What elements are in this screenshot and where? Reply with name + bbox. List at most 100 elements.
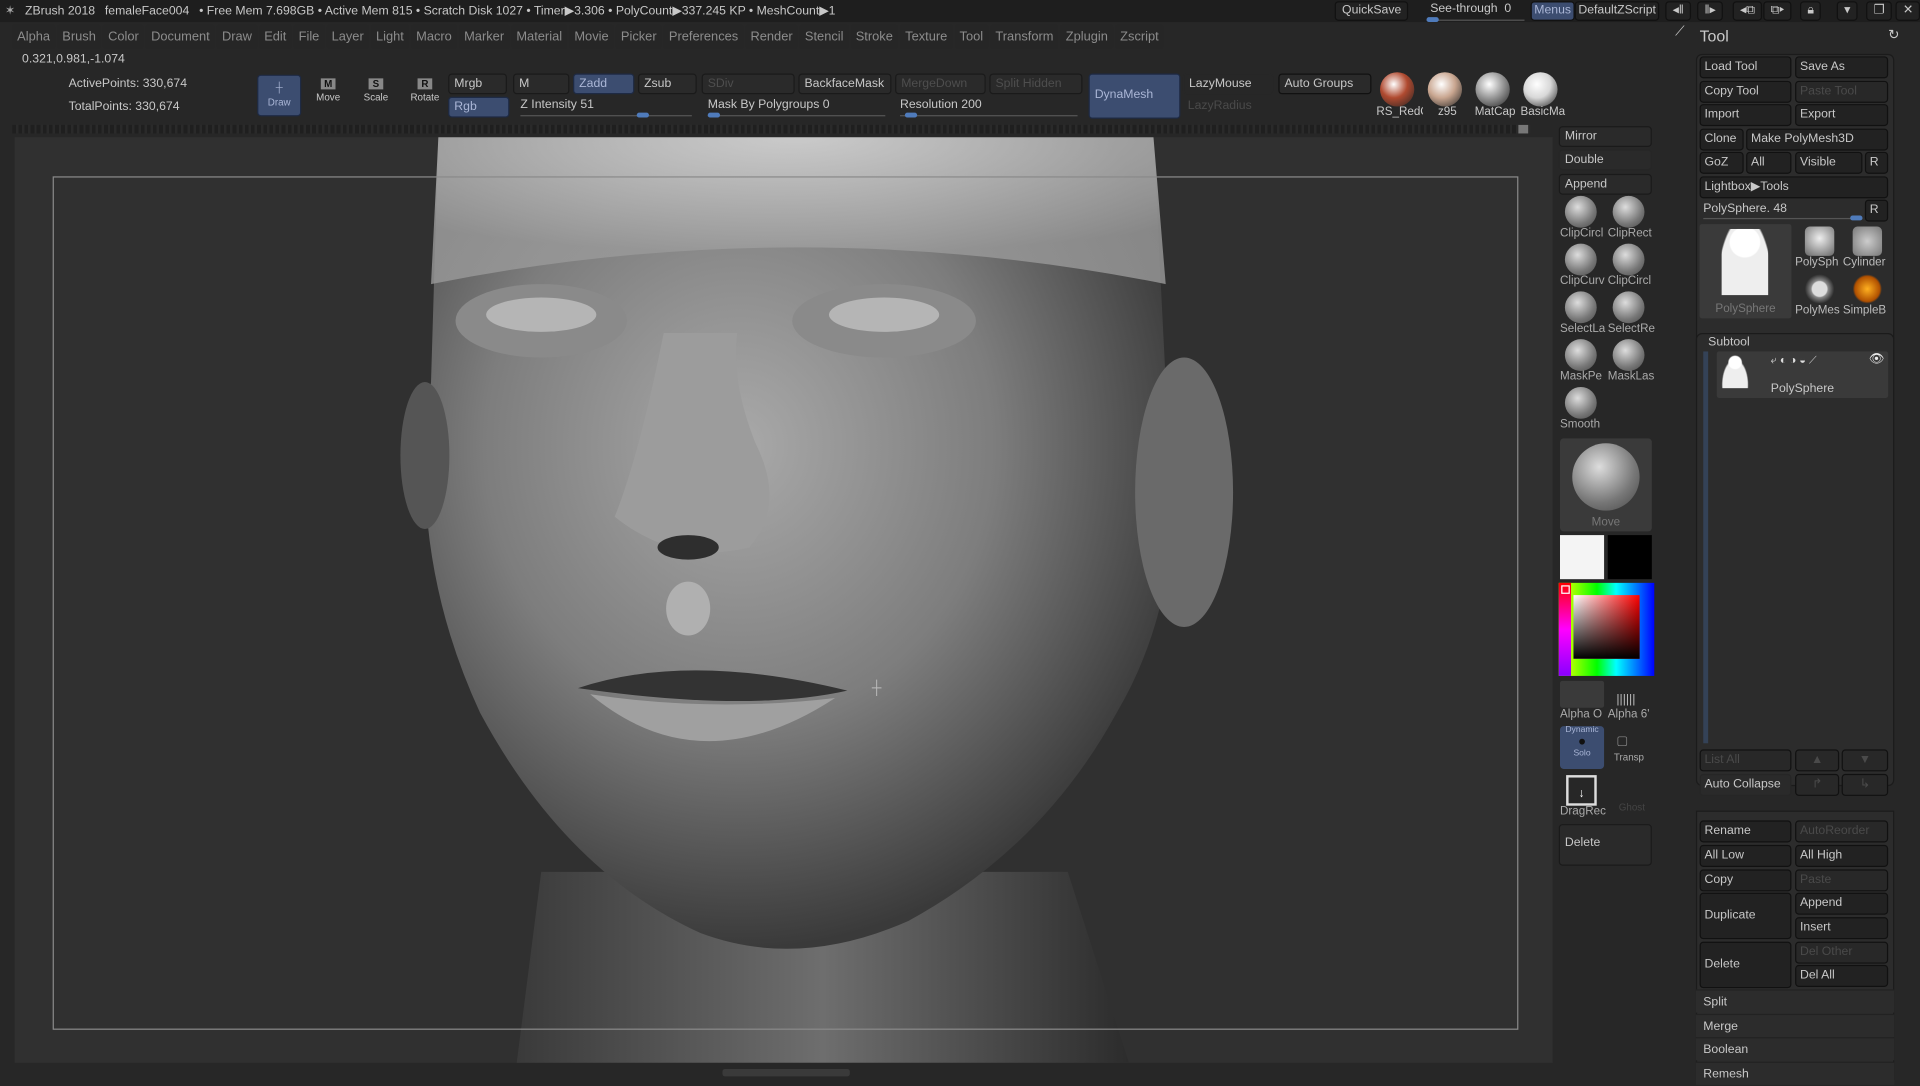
current-brush-button[interactable]: Move [1560,438,1652,532]
ruler-handle[interactable] [1518,124,1529,134]
arrow-right-icon[interactable]: ↱ [1795,773,1840,796]
resolution-slider[interactable]: Resolution 200 [900,98,982,111]
menu-preferences[interactable]: Preferences [663,24,744,49]
double-button[interactable]: Double [1558,149,1652,171]
bottom-tray-handle[interactable] [722,1068,850,1077]
subtool-toggles-icon[interactable]: ⤶ ◐ ◑ ◒ ⟋ [1771,354,1817,367]
scroll-left-icon[interactable]: ◂‖ [1665,1,1692,21]
move-button[interactable]: M Move [310,78,347,103]
color-picker[interactable] [1558,582,1655,676]
brush-clipcircl-icon[interactable] [1612,243,1645,276]
delete-subtool-button[interactable]: Delete [1699,941,1792,989]
menu-material[interactable]: Material [511,24,567,49]
menus-button[interactable]: Menus [1530,1,1575,21]
m-button[interactable]: M [513,73,570,95]
subtool-section-boolean[interactable]: Boolean [1695,1037,1895,1061]
menu-tool[interactable]: Tool [954,24,989,49]
insert-button[interactable]: Insert [1795,917,1889,940]
minimize-icon[interactable]: ▾ [1836,1,1858,21]
menu-stencil[interactable]: Stencil [799,24,849,49]
append-button[interactable]: Append [1558,173,1652,195]
rename-button[interactable]: Rename [1699,820,1792,843]
move-up-icon[interactable]: ▲ [1795,749,1840,772]
menu-stroke[interactable]: Stroke [850,24,898,49]
lock-icon[interactable]: 🔒︎ [1800,1,1822,21]
material-sphere-icon[interactable] [1523,72,1558,107]
transp-button[interactable]: Transp [1614,752,1663,763]
brush-selectre-icon[interactable] [1612,291,1645,324]
append-subtool-button[interactable]: Append [1795,892,1889,915]
backface-mask-button[interactable]: BackfaceMask [798,73,892,95]
auto-collapse-button[interactable]: Auto Collapse [1699,773,1792,796]
split-hidden-button[interactable]: Split Hidden [989,73,1083,95]
del-other-button[interactable]: Del Other [1795,941,1889,964]
copy-tool-button[interactable]: Copy Tool [1699,80,1792,103]
draw-button[interactable]: ┼ Draw [257,74,302,117]
tool-thumb-polymes-icon[interactable] [1804,274,1835,304]
copy-subtool-button[interactable]: Copy [1699,869,1792,892]
paste-tool-button[interactable]: Paste Tool [1795,80,1889,103]
menu-marker[interactable]: Marker [459,24,510,49]
menu-file[interactable]: File [293,24,325,49]
clone-button[interactable]: Clone [1699,128,1744,151]
dynamic-solo-button[interactable]: Dynamic ● Solo [1560,726,1605,769]
close-icon[interactable]: ✕ [1895,1,1920,21]
layout-prev-icon[interactable]: ◂⧉ [1732,1,1763,21]
menu-light[interactable]: Light [371,24,409,49]
export-button[interactable]: Export [1795,104,1889,127]
duplicate-button[interactable]: Duplicate [1699,892,1792,940]
save-as-button[interactable]: Save As [1795,56,1889,79]
menu-edit[interactable]: Edit [259,24,292,49]
mirror-button[interactable]: Mirror [1558,126,1652,147]
default-zscript-button[interactable]: DefaultZScript [1574,1,1660,21]
menu-draw[interactable]: Draw [217,24,257,49]
brush-clipcircl-icon[interactable] [1564,195,1597,228]
dragrect-icon[interactable]: ↓ [1566,775,1597,806]
paste-subtool-button[interactable]: Paste [1795,869,1889,892]
restore-icon[interactable]: ❐ [1866,1,1892,21]
tool-thumb-cylinder-icon[interactable] [1852,226,1883,256]
primary-color-swatch[interactable] [1560,535,1605,580]
dynamesh-button[interactable]: DynaMesh [1088,73,1181,119]
menu-document[interactable]: Document [146,24,215,49]
palette-pin-icon[interactable]: ⟋ [1675,24,1684,40]
secondary-color-swatch[interactable] [1607,535,1652,580]
menu-picker[interactable]: Picker [615,24,662,49]
arrow-down-right-icon[interactable]: ↳ [1841,773,1889,796]
load-tool-button[interactable]: Load Tool [1699,56,1792,79]
menu-zscript[interactable]: Zscript [1115,24,1164,49]
material-sphere-icon[interactable] [1475,72,1510,107]
see-through-slider[interactable]: See-through 0 [1430,2,1511,15]
delete-shelf-button[interactable]: Delete [1558,824,1652,866]
auto-groups-button[interactable]: Auto Groups [1278,73,1372,95]
subtool-section-remesh[interactable]: Remesh [1695,1061,1895,1085]
color-picker-marker[interactable] [1561,585,1570,594]
lazyradius-slider[interactable]: LazyRadius [1188,99,1252,112]
layout-next-icon[interactable]: ⧉▸ [1763,1,1792,21]
menu-texture[interactable]: Texture [900,24,953,49]
lazymouse-button[interactable]: LazyMouse [1182,73,1274,95]
material-sphere-icon[interactable] [1380,72,1415,107]
zadd-button[interactable]: Zadd [573,73,635,95]
viewport-canvas[interactable]: ┼ [14,137,1553,1063]
menu-render[interactable]: Render [745,24,798,49]
all-low-button[interactable]: All Low [1699,844,1792,867]
visibility-eye-icon[interactable]: 👁︎ [1869,353,1885,366]
scroll-right-icon[interactable]: ‖▸ [1697,1,1724,21]
all-high-button[interactable]: All High [1795,844,1889,867]
quicksave-button[interactable]: QuickSave [1334,1,1409,21]
tool-thumb-simpleb-icon[interactable] [1852,274,1883,304]
ghost-button[interactable]: Ghost [1619,802,1668,813]
tool-thumb-polysph-icon[interactable] [1804,226,1835,256]
make-polymesh3d-button[interactable]: Make PolyMesh3D [1746,128,1889,151]
subtool-item[interactable]: ⤶ ◐ ◑ ◒ ⟋ 👁︎ PolySphere [1716,351,1889,398]
goz-visible-button[interactable]: Visible [1795,151,1863,174]
brush-maskpe-icon[interactable] [1564,339,1597,372]
menu-color[interactable]: Color [103,24,144,49]
reset-icon[interactable]: ↻ [1888,27,1899,43]
mrgb-button[interactable]: Mrgb [448,73,507,95]
subtool-scrollbar[interactable] [1703,351,1709,744]
menu-alpha[interactable]: Alpha [12,24,55,49]
mask-by-polygroups-slider[interactable]: Mask By Polygroups 0 [708,98,830,111]
alpha-off-button[interactable] [1560,680,1605,708]
